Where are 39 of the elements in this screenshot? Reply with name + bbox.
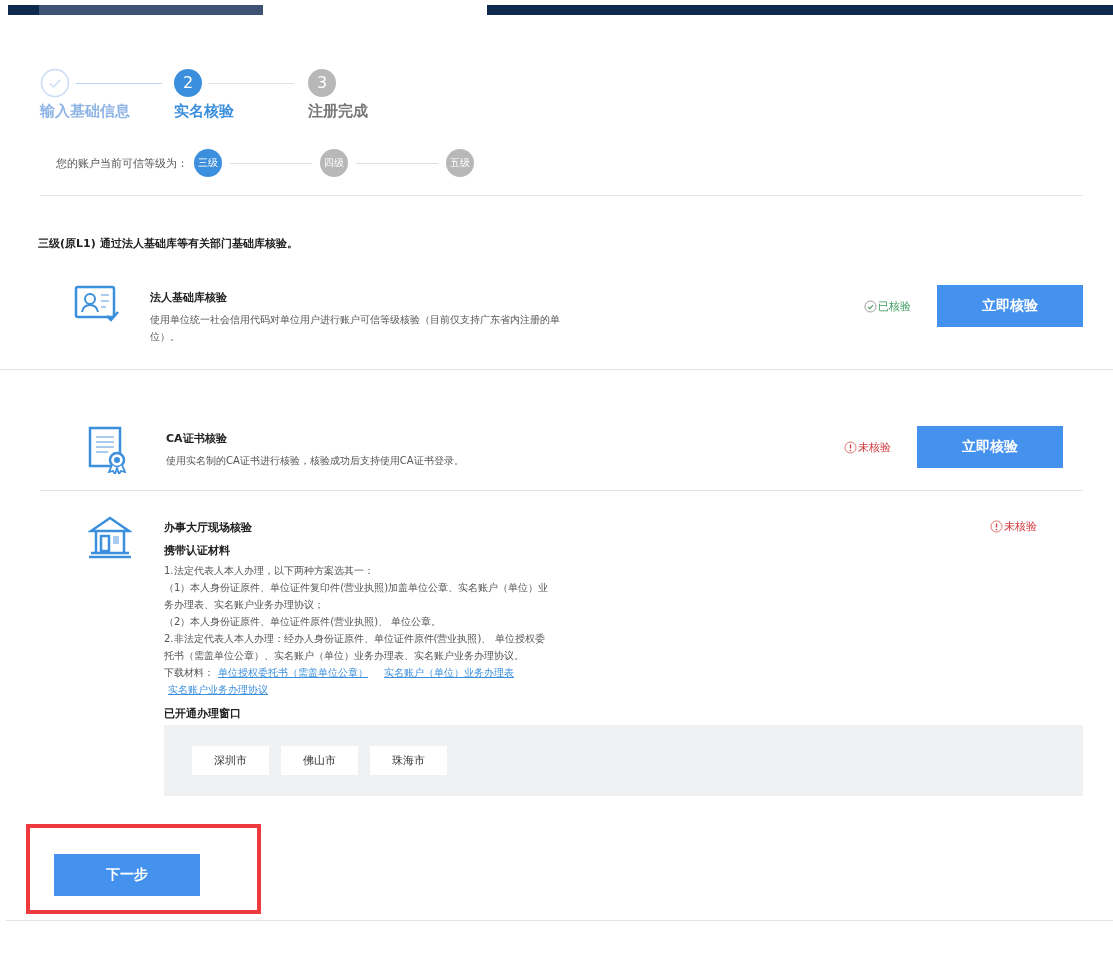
- method-description: 使用实名制的CA证书进行核验，核验成功后支持使用CA证书登录。: [166, 454, 465, 468]
- verify-button[interactable]: 立即核验: [917, 426, 1063, 468]
- materials-heading: 携带认证材料: [164, 543, 230, 558]
- city-tag: 珠海市: [370, 746, 447, 775]
- level-badge: 四级: [320, 149, 348, 177]
- check-circle-icon: [864, 299, 877, 313]
- windows-heading: 已开通办理窗口: [164, 706, 241, 721]
- download-label: 下载材料：: [164, 667, 214, 678]
- verification-status: 已核验: [864, 298, 911, 314]
- method-title: 法人基础库核验: [150, 290, 227, 305]
- requirement-text: （1）本人身份证原件、单位证件复印件(营业执照)加盖单位公章、实名账户（单位）业务办理表、实名账户业务办理协议；: [164, 581, 549, 612]
- step-label: 实名核验: [174, 102, 235, 121]
- requirement-text: 2.非法定代表人本人办理：经办人身份证原件、单位证件原件(营业执照)、 单位授权委托书（需盖单位公章）、实名账户（单位）业务办理表、实名账户业务办理协议。: [164, 632, 546, 663]
- warning-icon: [844, 440, 857, 454]
- step-number: 3: [308, 69, 336, 97]
- download-link[interactable]: 单位授权委托书（需盖单位公章）: [218, 667, 368, 678]
- verification-status: 未核验: [990, 519, 1037, 534]
- requirement-text: 1.法定代表人本人办理，以下两种方案选其一：: [164, 564, 375, 578]
- next-button[interactable]: 下一步: [54, 854, 200, 896]
- trust-level-label: 您的账户当前可信等级为：: [56, 155, 188, 171]
- verify-button[interactable]: 立即核验: [937, 285, 1083, 327]
- level-badge: 五级: [446, 149, 474, 177]
- download-link[interactable]: 实名账户业务办理协议: [168, 684, 268, 695]
- step-label: 注册完成: [308, 102, 369, 121]
- method-description: 使用单位统一社会信用代码对单位用户进行账户可信等级核验（目前仅支持广东省内注册的单位）。: [150, 313, 560, 344]
- method-title: 办事大厅现场核验: [164, 520, 252, 535]
- level-badge: 三级: [194, 149, 222, 177]
- city-tag: 佛山市: [281, 746, 358, 775]
- warning-icon: [990, 520, 1003, 533]
- requirement-text: （2）本人身份证原件、单位证件原件(营业执照)、 单位公章。: [164, 615, 443, 629]
- verification-status: 未核验: [844, 439, 891, 455]
- building-icon: [88, 515, 132, 559]
- step-number: 2: [174, 69, 202, 97]
- city-tag: 深圳市: [192, 746, 269, 775]
- section-heading: 三级(原L1) 通过法人基础库等有关部门基础库核验。: [38, 236, 299, 251]
- download-link[interactable]: 实名账户（单位）业务办理表: [384, 667, 514, 678]
- step-label: 输入基础信息: [40, 102, 131, 121]
- method-title: CA证书核验: [166, 431, 227, 446]
- id-card-icon: [74, 285, 120, 323]
